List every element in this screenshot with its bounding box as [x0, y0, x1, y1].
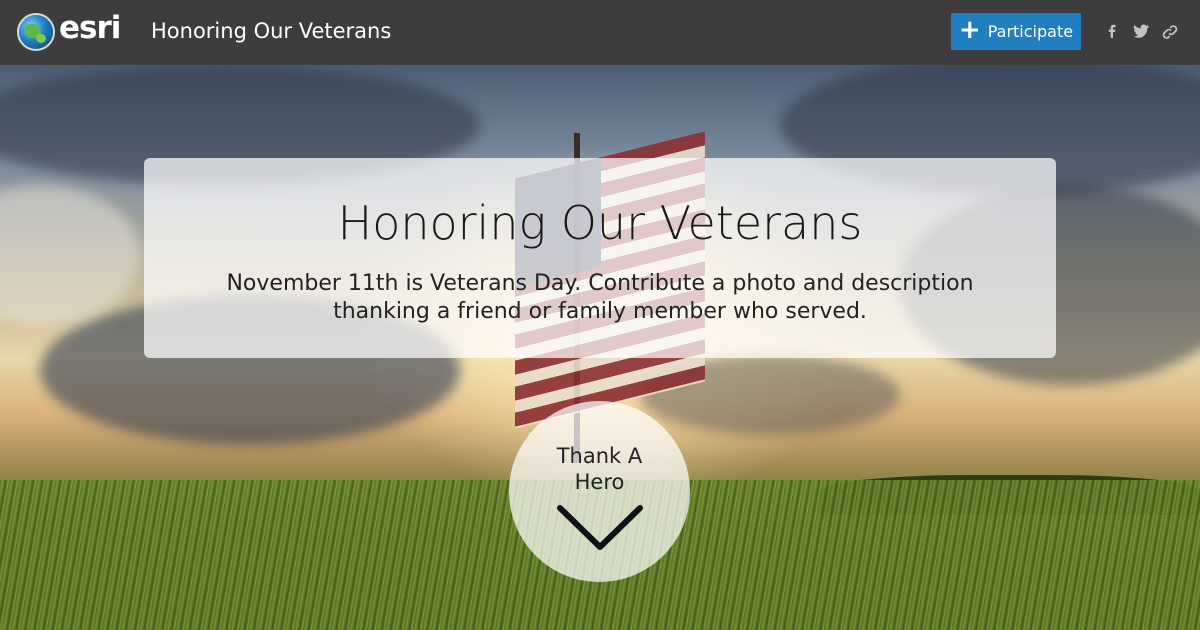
- cta-label: Thank A Hero: [556, 444, 643, 494]
- link-icon[interactable]: [1162, 24, 1178, 44]
- globe-icon: [17, 13, 55, 51]
- plus-icon: +: [958, 15, 981, 45]
- app-title: Honoring Our Veterans: [151, 19, 392, 43]
- intro-card: Honoring Our Veterans November 11th is V…: [144, 158, 1056, 358]
- hero-description: November 11th is Veterans Day. Contribut…: [226, 271, 974, 324]
- hero-title: Honoring Our Veterans: [337, 196, 863, 250]
- participate-label: Participate: [987, 22, 1074, 41]
- chevron-down-icon: [557, 505, 643, 550]
- logo-text: esri: [59, 10, 121, 46]
- app-header: esri Honoring Our Veterans + Participate: [0, 0, 1200, 65]
- esri-logo[interactable]: esri: [15, 10, 123, 52]
- participate-button[interactable]: + Participate: [951, 13, 1081, 50]
- twitter-icon[interactable]: [1133, 24, 1149, 42]
- thank-a-hero-button[interactable]: Thank A Hero: [509, 401, 690, 582]
- facebook-icon[interactable]: [1107, 24, 1116, 42]
